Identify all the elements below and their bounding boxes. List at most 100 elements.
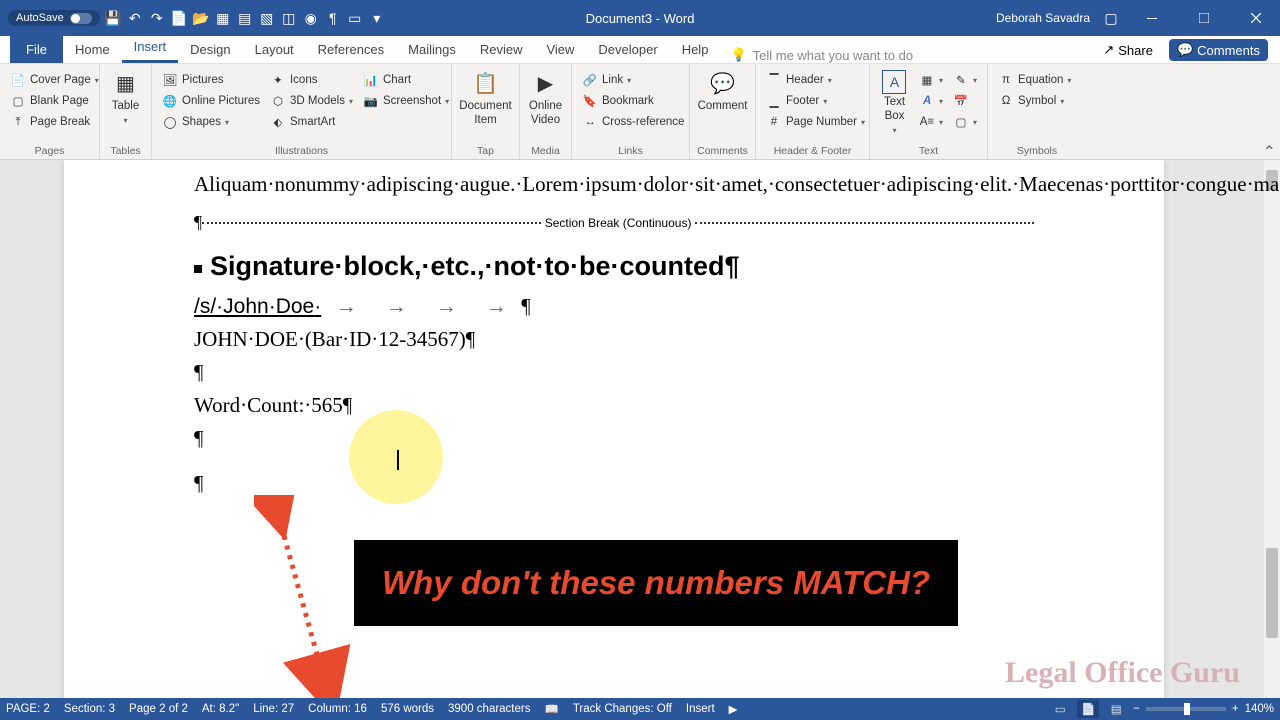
autosave-toggle[interactable]: AutoSave xyxy=(8,10,100,26)
status-insert-mode[interactable]: Insert xyxy=(686,703,715,715)
qat-icon-1[interactable]: ▦ xyxy=(214,9,232,27)
comment-button[interactable]: 💬 Comment xyxy=(696,70,749,114)
pictures-button[interactable]: 🖼Pictures xyxy=(158,70,264,90)
qat-icon-4[interactable]: ◫ xyxy=(280,9,298,27)
qat-more-icon[interactable]: ▾ xyxy=(368,9,386,27)
zoom-in-button[interactable]: + xyxy=(1232,703,1239,715)
share-button[interactable]: ↗ Share xyxy=(1095,39,1161,61)
equation-button[interactable]: πEquation▾ xyxy=(994,70,1075,90)
status-characters[interactable]: 3900 characters xyxy=(448,703,530,715)
tell-me-search[interactable]: 💡 Tell me what you want to do xyxy=(730,47,913,63)
zoom-level[interactable]: 140% xyxy=(1245,703,1274,715)
cross-reference-button[interactable]: ↔Cross-reference xyxy=(578,112,688,132)
qat-icon-6[interactable]: ▭ xyxy=(346,9,364,27)
header-button[interactable]: ▔Header▾ xyxy=(762,70,869,90)
open-icon[interactable]: 📂 xyxy=(192,9,210,27)
tab-design[interactable]: Design xyxy=(178,36,242,63)
paragraph-mark-icon[interactable]: ¶ xyxy=(324,9,342,27)
new-doc-icon[interactable]: 📄 xyxy=(170,9,188,27)
signature-name: JOHN·DOE·(Bar·ID·12-34567)¶ xyxy=(194,327,1034,352)
status-spellcheck-icon[interactable]: 📖 xyxy=(544,702,558,716)
footer-button[interactable]: ▁Footer▾ xyxy=(762,91,869,111)
qat-icon-2[interactable]: ▤ xyxy=(236,9,254,27)
lightbulb-icon: 💡 xyxy=(730,47,746,63)
icons-button[interactable]: ✦Icons xyxy=(266,70,357,90)
tab-file[interactable]: File xyxy=(10,36,63,63)
screenshot-button[interactable]: 📷Screenshot▾ xyxy=(359,91,453,111)
document-item-button[interactable]: 📋 Document Item xyxy=(458,70,513,128)
tab-view[interactable]: View xyxy=(534,36,586,63)
view-print-button[interactable]: 📄 xyxy=(1077,700,1099,718)
comments-button[interactable]: 💬 Comments xyxy=(1169,39,1268,61)
callout-box: Why don't these numbers MATCH? xyxy=(354,540,958,626)
view-focus-button[interactable]: ▭ xyxy=(1049,700,1071,718)
cover-page-button[interactable]: 📄Cover Page▾ xyxy=(6,70,103,90)
status-at[interactable]: At: 8.2" xyxy=(202,703,239,715)
page-number-button[interactable]: #Page Number▾ xyxy=(762,112,869,132)
status-line[interactable]: Line: 27 xyxy=(253,703,294,715)
shapes-button[interactable]: ◯Shapes▾ xyxy=(158,112,264,132)
vertical-scrollbar[interactable] xyxy=(1264,160,1280,698)
document-area[interactable]: Aliquam·nonummy·adipiscing·augue.·Lorem·… xyxy=(0,160,1280,698)
3d-models-button[interactable]: ⬡3D Models▾ xyxy=(266,91,357,111)
tab-insert[interactable]: Insert xyxy=(122,33,179,63)
display-options-icon[interactable]: ▢ xyxy=(1102,9,1120,27)
table-button[interactable]: ▦ Table▾ xyxy=(106,70,145,125)
tab-mailings[interactable]: Mailings xyxy=(396,36,468,63)
tab-home[interactable]: Home xyxy=(63,36,122,63)
pagenum-icon: # xyxy=(766,114,782,130)
link-button[interactable]: 🔗Link▾ xyxy=(578,70,688,90)
date-time-button[interactable]: 📅 xyxy=(949,91,981,111)
status-track-changes[interactable]: Track Changes: Off xyxy=(573,703,672,715)
save-icon[interactable]: 💾 xyxy=(104,9,122,27)
view-web-button[interactable]: ▤ xyxy=(1105,700,1127,718)
dropcap-icon: A≡ xyxy=(919,114,935,130)
tab-review[interactable]: Review xyxy=(468,36,535,63)
close-button[interactable] xyxy=(1236,0,1276,36)
chart-button[interactable]: 📊Chart xyxy=(359,70,453,90)
screenshot-icon: 📷 xyxy=(363,93,379,109)
page[interactable]: Aliquam·nonummy·adipiscing·augue.·Lorem·… xyxy=(64,160,1164,698)
scrollbar-thumb-lower[interactable] xyxy=(1266,548,1278,638)
status-page-of[interactable]: Page 2 of 2 xyxy=(129,703,188,715)
page-break-button[interactable]: ⤒Page Break xyxy=(6,112,103,132)
window-title: Document3 - Word xyxy=(586,11,695,26)
smartart-button[interactable]: ⬖SmartArt xyxy=(266,112,357,132)
status-words[interactable]: 576 words xyxy=(381,703,434,715)
user-name[interactable]: Deborah Savadra xyxy=(996,11,1090,25)
watermark: Legal Office Guru xyxy=(1005,656,1240,690)
redo-icon[interactable]: ↷ xyxy=(148,9,166,27)
status-macro-icon[interactable]: ▶ xyxy=(729,702,738,716)
maximize-button[interactable] xyxy=(1184,0,1224,36)
group-label-tables: Tables xyxy=(106,143,145,159)
collapse-ribbon-icon[interactable]: ⌃ xyxy=(1263,142,1276,162)
tab-help[interactable]: Help xyxy=(670,36,721,63)
wordart-button[interactable]: A▾ xyxy=(915,91,947,111)
textbox-button[interactable]: A Text Box▾ xyxy=(876,70,913,135)
qat-icon-5[interactable]: ◉ xyxy=(302,9,320,27)
zoom-out-button[interactable]: − xyxy=(1133,703,1140,715)
undo-icon[interactable]: ↶ xyxy=(126,9,144,27)
minimize-button[interactable] xyxy=(1132,0,1172,36)
status-section[interactable]: Section: 3 xyxy=(64,703,115,715)
tab-references[interactable]: References xyxy=(306,36,396,63)
status-page[interactable]: PAGE: 2 xyxy=(6,703,50,715)
smartart-icon: ⬖ xyxy=(270,114,286,130)
group-label-links: Links xyxy=(578,143,683,159)
bullet-icon xyxy=(194,265,202,273)
object-button[interactable]: ▢▾ xyxy=(949,112,981,132)
quick-parts-button[interactable]: ▦▾ xyxy=(915,70,947,90)
tab-developer[interactable]: Developer xyxy=(586,36,669,63)
online-pictures-button[interactable]: 🌐Online Pictures xyxy=(158,91,264,111)
bookmark-button[interactable]: 🔖Bookmark xyxy=(578,91,688,111)
qat-icon-3[interactable]: ▧ xyxy=(258,9,276,27)
status-column[interactable]: Column: 16 xyxy=(308,703,367,715)
zoom-slider[interactable] xyxy=(1146,707,1226,711)
tab-layout[interactable]: Layout xyxy=(243,36,306,63)
drop-cap-button[interactable]: A≡▾ xyxy=(915,112,947,132)
symbol-button[interactable]: ΩSymbol▾ xyxy=(994,91,1075,111)
blank-page-button[interactable]: ▢Blank Page xyxy=(6,91,103,111)
chart-icon: 📊 xyxy=(363,72,379,88)
signature-line-button[interactable]: ✎▾ xyxy=(949,70,981,90)
online-video-button[interactable]: ▶ Online Video xyxy=(526,70,565,128)
